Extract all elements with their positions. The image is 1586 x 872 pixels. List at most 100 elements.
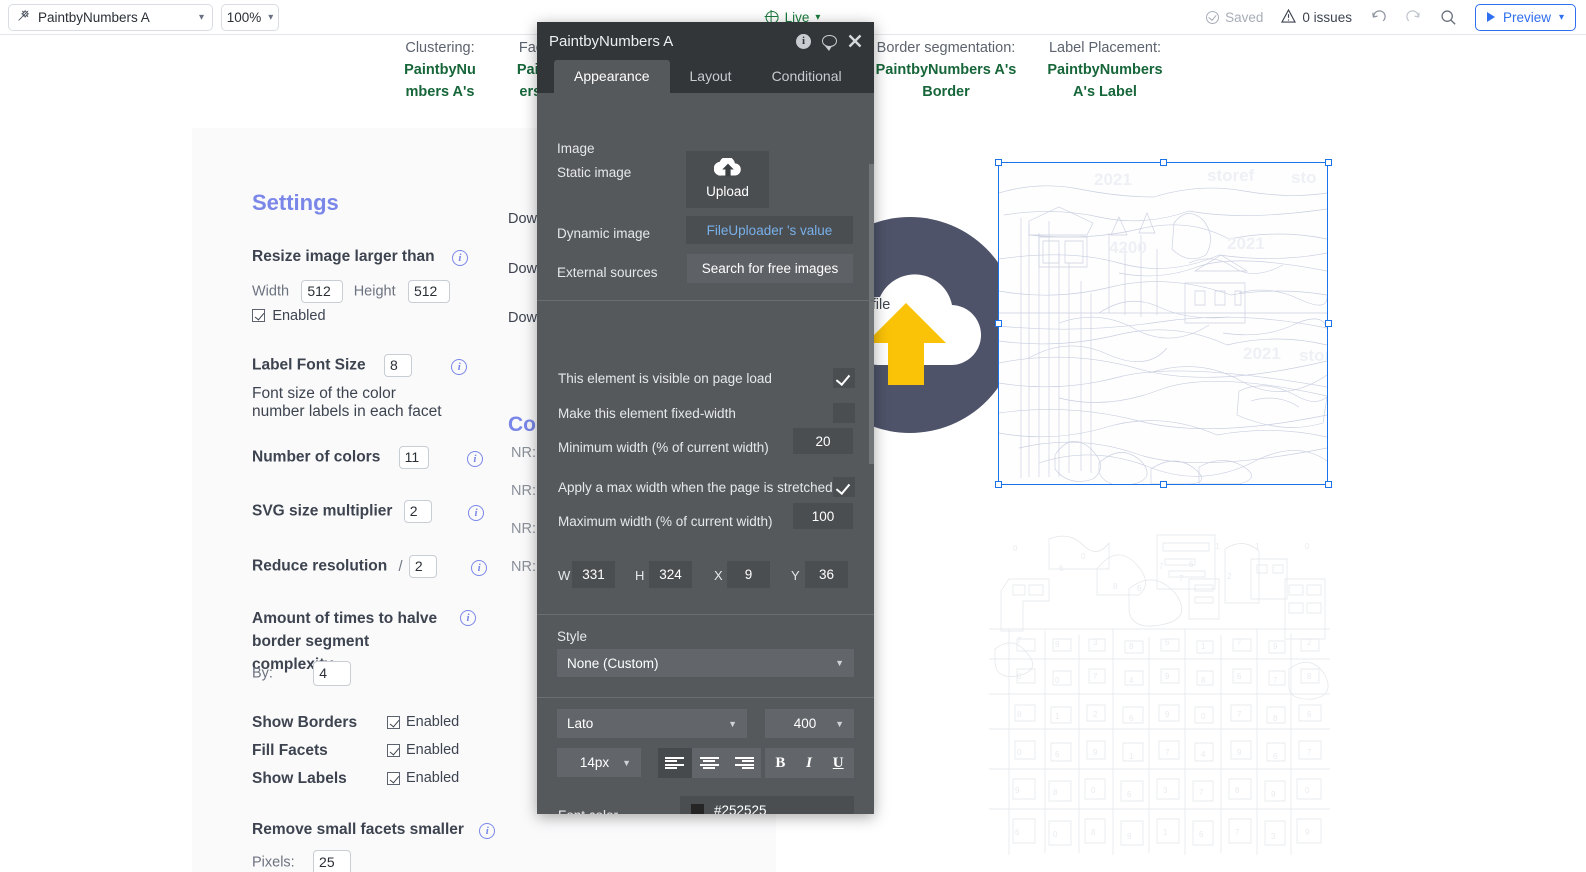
comment-icon[interactable] xyxy=(822,35,837,47)
italic-button[interactable]: I xyxy=(806,755,812,772)
minimum-width-input[interactable]: 20 xyxy=(793,428,853,454)
resize-enabled-label: Enabled xyxy=(272,308,325,324)
y-input[interactable]: 36 xyxy=(805,561,848,588)
dynamic-image-value[interactable]: FileUploader 's value xyxy=(686,216,853,244)
redo-icon[interactable] xyxy=(1405,9,1422,25)
search-icon[interactable] xyxy=(1440,9,1457,26)
color-swatch xyxy=(691,804,704,815)
resize-handle-n[interactable] xyxy=(1160,159,1167,166)
info-icon[interactable]: i xyxy=(796,34,811,49)
fixed-width-label: Make this element fixed-width xyxy=(558,406,736,421)
show-labels-checkbox[interactable] xyxy=(387,772,400,785)
resize-enabled-row[interactable]: Enabled xyxy=(252,307,326,325)
resize-handle-ne[interactable] xyxy=(1325,159,1332,166)
info-icon[interactable]: i xyxy=(452,250,468,266)
align-left-icon[interactable] xyxy=(658,748,692,778)
number-of-colors-input[interactable]: 11 xyxy=(399,446,429,469)
search-free-images-button[interactable]: Search for free images xyxy=(687,254,853,283)
play-icon xyxy=(1487,12,1495,22)
svg-text:7: 7 xyxy=(1017,636,1022,645)
w-input[interactable]: 331 xyxy=(572,561,615,588)
header-value-line2: A's Label xyxy=(1036,81,1174,103)
h-label: H xyxy=(635,568,644,583)
fill-facets-checkbox[interactable] xyxy=(387,744,400,757)
svg-text:0: 0 xyxy=(1091,786,1096,795)
preview-button[interactable]: Preview ▾ xyxy=(1475,4,1576,31)
show-labels-enabled-label: Enabled xyxy=(406,770,459,786)
app-name-select[interactable]: PaintbyNumbers A ▾ xyxy=(8,4,213,31)
info-icon[interactable]: i xyxy=(471,560,487,576)
font-color-field[interactable]: #252525 xyxy=(680,796,854,814)
preview-label: Preview xyxy=(1503,10,1551,25)
resize-handle-s[interactable] xyxy=(1160,481,1167,488)
tab-appearance[interactable]: Appearance xyxy=(554,60,670,93)
bold-button[interactable]: B xyxy=(775,755,785,772)
underline-button[interactable]: U xyxy=(833,755,844,772)
svg-text:9: 9 xyxy=(1055,640,1060,649)
issues-status[interactable]: 0 issues xyxy=(1281,9,1352,26)
close-icon[interactable] xyxy=(848,34,862,48)
svg-text:6: 6 xyxy=(1307,710,1312,719)
x-label: X xyxy=(714,568,723,583)
svg-text:0: 0 xyxy=(1305,786,1310,795)
maximum-width-input[interactable]: 100 xyxy=(793,503,853,529)
visible-on-load-checkbox[interactable] xyxy=(833,368,855,388)
panel-scrollbar[interactable] xyxy=(869,164,874,464)
label-font-size-row: Label Font Size 8 i xyxy=(252,354,467,377)
undo-icon[interactable] xyxy=(1370,9,1387,25)
upload-button[interactable]: Upload xyxy=(686,151,769,208)
number-of-colors-row: Number of colors 11 i xyxy=(252,446,483,469)
resize-handle-w[interactable] xyxy=(995,320,1002,327)
svg-text:1: 1 xyxy=(1129,752,1134,761)
info-icon[interactable]: i xyxy=(451,359,467,375)
resize-handle-e[interactable] xyxy=(1325,320,1332,327)
tab-conditional[interactable]: Conditional xyxy=(752,60,862,93)
font-family-select[interactable]: Lato ▼ xyxy=(557,709,747,738)
svg-multiplier-input[interactable]: 2 xyxy=(404,500,432,523)
width-input[interactable]: 512 xyxy=(301,280,343,303)
header-caption: Label Placement: xyxy=(1036,37,1174,59)
svg-text:8: 8 xyxy=(1201,676,1206,685)
header-border-segmentation: Border segmentation: PaintbyNumbers A's … xyxy=(862,37,1030,103)
tab-layout[interactable]: Layout xyxy=(670,60,752,93)
resize-handle-nw[interactable] xyxy=(995,159,1002,166)
svg-text:6: 6 xyxy=(1273,752,1278,761)
fill-facets-row: Fill Facets Enabled xyxy=(252,742,328,760)
info-icon[interactable]: i xyxy=(467,451,483,467)
svg-text:3: 3 xyxy=(1163,786,1168,795)
info-icon[interactable]: i xyxy=(468,505,484,521)
pixels-input[interactable]: 25 xyxy=(313,850,351,872)
halve-by-input[interactable]: 4 xyxy=(313,661,351,686)
halve-by-row: By: 4 xyxy=(252,661,351,686)
chevron-down-icon[interactable]: ▾ xyxy=(1559,12,1564,23)
svg-text:7: 7 xyxy=(1273,676,1278,685)
zoom-select[interactable]: 100% ▾ xyxy=(221,4,279,31)
font-size-select[interactable]: 14px ▼ xyxy=(557,748,641,777)
info-icon[interactable]: i xyxy=(460,610,476,626)
paint-by-numbers-output[interactable]: 0076 1106 8672 7938 61792 6074 98678 812… xyxy=(989,519,1330,855)
label-font-size-input[interactable]: 8 xyxy=(384,354,412,377)
remove-small-facets-label: Remove small facets smaller xyxy=(252,821,464,838)
svg-text:8: 8 xyxy=(1307,672,1312,681)
fixed-width-checkbox[interactable] xyxy=(833,403,855,423)
svg-text:7: 7 xyxy=(1159,562,1164,571)
align-right-icon[interactable] xyxy=(727,748,761,778)
max-width-toggle-checkbox[interactable] xyxy=(833,477,855,497)
resize-dimensions-row: Width 512 Height 512 xyxy=(252,280,450,303)
upload-label: Upload xyxy=(686,184,769,199)
resize-handle-sw[interactable] xyxy=(995,481,1002,488)
info-icon[interactable]: i xyxy=(479,823,495,839)
x-input[interactable]: 9 xyxy=(727,561,770,588)
text-align-group xyxy=(658,748,761,778)
resize-handle-se[interactable] xyxy=(1325,481,1332,488)
style-select[interactable]: None (Custom) ▼ xyxy=(557,649,854,677)
reduce-resolution-input[interactable]: 2 xyxy=(409,555,437,578)
font-weight-select[interactable]: 400 ▼ xyxy=(765,709,854,738)
align-center-icon[interactable] xyxy=(693,748,727,778)
show-borders-checkbox[interactable] xyxy=(387,716,400,729)
resize-enabled-checkbox[interactable] xyxy=(252,309,265,322)
height-input[interactable]: 512 xyxy=(408,280,450,303)
panel-tabs: Appearance Layout Conditional xyxy=(537,60,874,93)
h-input[interactable]: 324 xyxy=(649,561,692,588)
font-color-label: Font color xyxy=(558,808,618,814)
